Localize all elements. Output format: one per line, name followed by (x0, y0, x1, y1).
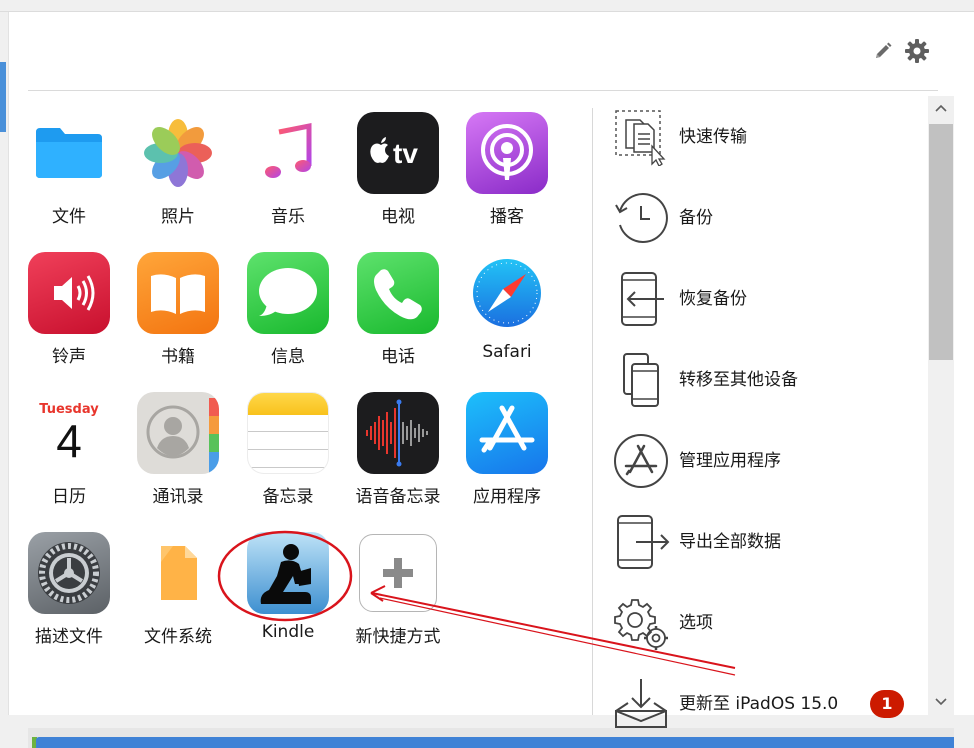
app-label: 备忘录 (262, 487, 314, 507)
action-label: 导出全部数据 (679, 532, 781, 552)
backup-clock-icon (612, 189, 670, 247)
tv-icon-text: tv (393, 138, 418, 169)
left-accent (0, 62, 6, 132)
action-transfer-device[interactable]: 转移至其他设备 (612, 349, 922, 411)
settings-button[interactable] (904, 38, 930, 64)
toolbar-divider (28, 90, 938, 91)
app-label: 照片 (161, 207, 195, 227)
restore-device-icon (612, 270, 670, 328)
podcasts-icon (466, 112, 548, 194)
app-files[interactable]: 文件 (19, 112, 119, 242)
action-update[interactable]: 更新至 iPadOS 15.0 1 (612, 673, 922, 735)
app-notes[interactable]: 备忘录 (238, 392, 338, 522)
app-label: 文件 (52, 207, 86, 227)
app-tv[interactable]: tv 电视 (348, 112, 448, 242)
scroll-up-button[interactable] (928, 96, 954, 120)
app-label: 电话 (381, 347, 415, 367)
quick-transfer-icon (612, 108, 670, 166)
photos-icon (137, 112, 219, 194)
kindle-icon (247, 532, 329, 614)
app-safari[interactable]: Safari (457, 252, 557, 382)
music-note-icon (247, 112, 329, 194)
action-options[interactable]: 选项 (612, 592, 922, 654)
app-ringtones[interactable]: 铃声 (19, 252, 119, 382)
app-store-outline-icon (612, 432, 670, 490)
gear-icon (905, 39, 929, 63)
action-quick-transfer[interactable]: 快速传输 (612, 106, 922, 168)
app-label: Safari (482, 342, 532, 362)
chevron-up-icon (935, 104, 947, 112)
folder-icon (28, 112, 110, 194)
bottom-progress-bar (36, 737, 954, 748)
apple-tv-icon: tv (357, 112, 439, 194)
action-label: 管理应用程序 (679, 451, 781, 471)
app-contacts[interactable]: 通讯录 (128, 392, 228, 522)
app-profiles[interactable]: 描述文件 (19, 532, 119, 662)
action-label: 恢复备份 (679, 289, 747, 309)
export-device-icon (612, 513, 670, 571)
waveform-icon (357, 392, 439, 474)
app-label: 音乐 (271, 207, 305, 227)
scroll-down-button[interactable] (928, 690, 954, 714)
app-label: Kindle (261, 622, 315, 642)
speaker-icon (28, 252, 110, 334)
edit-button[interactable] (870, 38, 896, 64)
app-kindle[interactable]: Kindle (238, 532, 338, 662)
app-file-system[interactable]: 文件系统 (128, 532, 228, 662)
app-label: 语音备忘录 (355, 487, 441, 507)
app-label: 描述文件 (35, 627, 103, 647)
update-count-badge: 1 (870, 690, 904, 718)
app-voice-memos[interactable]: 语音备忘录 (348, 392, 448, 522)
compass-icon (466, 252, 548, 334)
app-podcasts[interactable]: 播客 (457, 112, 557, 242)
app-label: 电视 (381, 207, 415, 227)
app-phone[interactable]: 电话 (348, 252, 448, 382)
options-gears-icon (612, 594, 670, 652)
book-icon (137, 252, 219, 334)
chevron-down-icon (935, 698, 947, 706)
action-backup[interactable]: 备份 (612, 187, 922, 249)
app-books[interactable]: 书籍 (128, 252, 228, 382)
top-strip (0, 0, 974, 12)
action-label: 转移至其他设备 (679, 370, 798, 390)
action-label: 选项 (679, 613, 713, 633)
settings-gear-icon (28, 532, 110, 614)
pencil-icon (876, 42, 892, 58)
message-bubble-icon (247, 252, 329, 334)
app-label: 日历 (52, 487, 86, 507)
transfer-devices-icon (612, 351, 670, 409)
panel-divider (592, 108, 593, 715)
app-label: 通讯录 (152, 487, 204, 507)
app-photos[interactable]: 照片 (128, 112, 228, 242)
plus-icon (359, 534, 437, 612)
action-manage-apps[interactable]: 管理应用程序 (612, 430, 922, 492)
document-icon (137, 532, 219, 614)
app-messages[interactable]: 信息 (238, 252, 338, 382)
calendar-icon: Tuesday 4 (28, 392, 110, 474)
calendar-day: 4 (56, 415, 82, 467)
phone-handset-icon (357, 252, 439, 334)
app-store-icon (466, 392, 548, 474)
vertical-scrollbar[interactable] (928, 96, 954, 715)
app-app-store[interactable]: 应用程序 (457, 392, 557, 522)
action-export-all[interactable]: 导出全部数据 (612, 511, 922, 573)
app-label: 信息 (271, 347, 305, 367)
scrollbar-thumb[interactable] (929, 124, 953, 360)
app-new-shortcut[interactable]: 新快捷方式 (348, 532, 448, 662)
action-restore-backup[interactable]: 恢复备份 (612, 268, 922, 330)
app-music[interactable]: 音乐 (238, 112, 338, 242)
contacts-icon (137, 392, 219, 474)
app-label: 书籍 (161, 347, 195, 367)
app-calendar[interactable]: Tuesday 4 日历 (19, 392, 119, 522)
download-tray-icon (612, 675, 670, 733)
app-label: 应用程序 (473, 487, 541, 507)
notes-icon (247, 392, 329, 474)
action-label: 更新至 iPadOS 15.0 (679, 694, 839, 714)
app-label: 铃声 (52, 347, 86, 367)
action-label: 快速传输 (679, 127, 747, 147)
app-label: 新快捷方式 (355, 627, 441, 647)
app-label: 文件系统 (144, 627, 212, 647)
app-label: 播客 (490, 207, 524, 227)
action-label: 备份 (679, 208, 713, 228)
